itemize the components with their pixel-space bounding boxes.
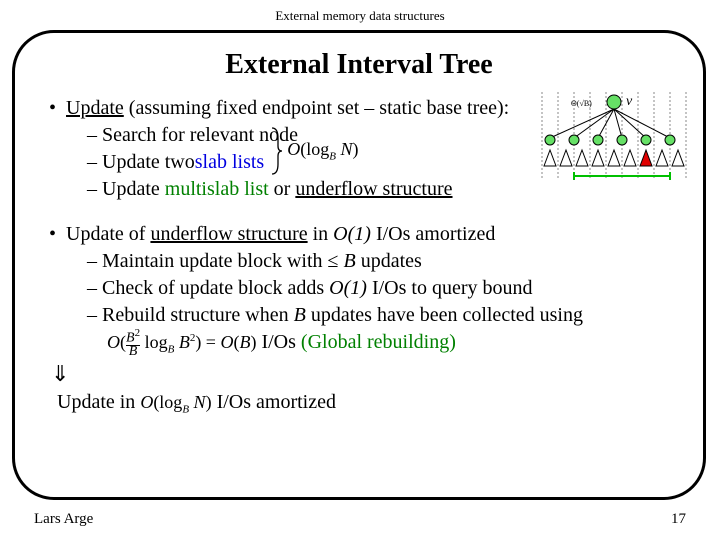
down-arrow-icon: ⇓ (51, 359, 675, 389)
p2-s1a: – Maintain update block with ≤ (87, 250, 343, 272)
formula-ob: O(B2B logB B2) = O(B) (107, 332, 256, 352)
bullet-dot-2: • (49, 221, 56, 248)
p2-s1c: updates (356, 250, 422, 272)
p1-s2b: slab lists (195, 149, 264, 176)
p2-d: O(1) (333, 223, 371, 245)
p2-s1b: B (343, 250, 355, 272)
svg-text:v: v (626, 94, 633, 109)
p2-c: in (308, 223, 334, 245)
p2-sub3: – Rebuild structure when B updates have … (87, 302, 675, 329)
svg-text:Θ(√B): Θ(√B) (571, 99, 592, 108)
p1-s3a: – Update (87, 178, 165, 200)
p2-s3c: updates have been collected using (306, 304, 583, 326)
p2-e: I/Os amortized (371, 223, 495, 245)
formula-final: O(logB N) (140, 392, 211, 412)
p2-s2b: O(1) (329, 277, 367, 299)
p2-sub1: – Maintain update block with ≤ B updates (87, 248, 675, 275)
p3-a: Update in (57, 391, 140, 413)
p1-s3b: multislab list (165, 178, 269, 200)
bullet-2: • Update of underflow structure in O(1) … (49, 221, 675, 248)
footer-page: 17 (671, 511, 686, 528)
p2-s3a: – Rebuild structure when (87, 304, 294, 326)
p2-s4c: (Global rebuilding) (301, 331, 456, 353)
p2-sub2: – Check of update block adds O(1) I/Os t… (87, 275, 675, 302)
tree-diagram: v Θ(√B) (534, 92, 688, 188)
p2-s2c: I/Os to query bound (367, 277, 533, 299)
p2-s3b: B (294, 304, 306, 326)
p2-b: underflow structure (150, 223, 307, 245)
p2-s4b: I/Os (256, 331, 300, 353)
p2-sub4: O(B2B logB B2) = O(B) I/Os (Global rebui… (107, 329, 675, 359)
p2-a: Update of (66, 223, 150, 245)
p3-c: I/Os amortized (212, 391, 336, 413)
p1-tail: (assuming fixed endpoint set – static ba… (124, 97, 509, 119)
header-text: External memory data structures (0, 0, 720, 24)
p1-s1: – Search for relevant node (87, 122, 298, 149)
p2-s2a: – Check of update block adds (87, 277, 329, 299)
footer-author: Lars Arge (34, 511, 93, 528)
formula-logbn: O(logB N) (287, 137, 358, 164)
brace-group: O(logB N) (270, 150, 358, 176)
bullet-dot: • (49, 95, 56, 122)
p1-s3c: or (269, 178, 296, 200)
p1-lead: Update (66, 97, 124, 119)
p1-s2a: – Update two (87, 149, 195, 176)
slide-title: External Interval Tree (43, 49, 675, 81)
conclusion: Update in O(logB N) I/Os amortized (57, 389, 675, 417)
p1-s3d: underflow structure (295, 178, 452, 200)
